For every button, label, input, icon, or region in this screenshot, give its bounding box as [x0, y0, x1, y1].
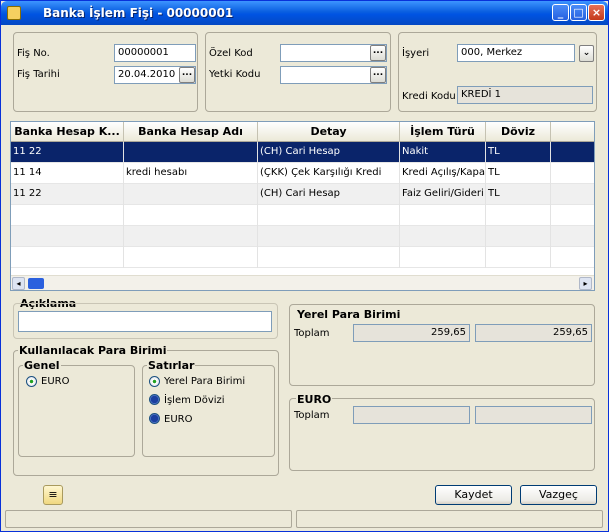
- minimize-button[interactable]: _: [552, 4, 569, 21]
- table-row[interactable]: 11 22 (CH) Cari Hesap Faiz Geliri/Gideri…: [11, 184, 594, 205]
- yerel-toplam-1: 259,65: [353, 324, 470, 342]
- satirlar-yerel-radio[interactable]: [149, 376, 160, 387]
- scroll-thumb[interactable]: [28, 278, 44, 289]
- horizontal-scrollbar[interactable]: ◂ ▸: [11, 275, 594, 290]
- fis-tarihi-label: Fiş Tarihi: [17, 69, 60, 80]
- window: Banka İşlem Fişi - 00000001 _ □ × Fiş No…: [0, 0, 609, 532]
- date-picker-ellipsis-icon[interactable]: ...: [179, 67, 195, 83]
- kredi-kodu-field: KREDİ 1: [457, 86, 593, 104]
- fis-no-label: Fiş No.: [17, 48, 50, 59]
- table-row[interactable]: 11 22 (CH) Cari Hesap Nakit TL: [11, 142, 594, 163]
- notes-icon[interactable]: ≡: [43, 485, 63, 505]
- scroll-left-icon[interactable]: ◂: [12, 277, 25, 290]
- close-button[interactable]: ×: [588, 4, 605, 21]
- cell-kod: 11 22: [11, 184, 124, 205]
- cell-ad: [124, 184, 258, 205]
- cell-detay: (CH) Cari Hesap: [258, 142, 400, 163]
- col-b[interactable]: B: [551, 122, 594, 142]
- status-panel-right: [296, 510, 603, 528]
- cell-tur: Faiz Geliri/Gideri: [400, 184, 486, 205]
- cell-detay: (CH) Cari Hesap: [258, 184, 400, 205]
- cell-tur: Nakit: [400, 142, 486, 163]
- satirlar-euro-label: EURO: [164, 414, 193, 425]
- scroll-right-icon[interactable]: ▸: [579, 277, 592, 290]
- isyeri-panel: İşyeri 000, Merkez ⌄ Kredi Kodu KREDİ 1: [398, 32, 597, 112]
- col-banka-hesap-kodu[interactable]: Banka Hesap K...: [11, 122, 124, 142]
- cell-ad: [124, 142, 258, 163]
- vazgec-button[interactable]: Vazgeç: [520, 485, 597, 505]
- cell-ad: kredi hesabı: [124, 163, 258, 184]
- transactions-grid[interactable]: Banka Hesap K... Banka Hesap Adı Detay İ…: [10, 121, 595, 291]
- satirlar-yerel-label: Yerel Para Birimi: [164, 376, 246, 387]
- cell-doviz: TL: [486, 142, 551, 163]
- status-bar: [5, 510, 604, 528]
- cell-detay: (ÇKK) Çek Karşılığı Kredi: [258, 163, 400, 184]
- satirlar-title: Satırlar: [147, 359, 196, 372]
- cell-kod: 11 14: [11, 163, 124, 184]
- empty-row[interactable]: [11, 205, 594, 226]
- col-detay[interactable]: Detay: [258, 122, 400, 142]
- ozel-kod-ellipsis-icon[interactable]: ...: [370, 45, 386, 61]
- empty-row[interactable]: [11, 247, 594, 268]
- cell-tur: Kredi Açılış/Kapar: [400, 163, 486, 184]
- table-row[interactable]: 11 14 kredi hesabı (ÇKK) Çek Karşılığı K…: [11, 163, 594, 184]
- maximize-button[interactable]: □: [570, 4, 587, 21]
- chevron-down-icon[interactable]: ⌄: [579, 45, 594, 62]
- yetki-kodu-ellipsis-icon[interactable]: ...: [370, 67, 386, 83]
- yerel-toplam-label: Toplam: [294, 328, 330, 339]
- cell-doviz: TL: [486, 184, 551, 205]
- yerel-title: Yerel Para Birimi: [296, 308, 402, 321]
- euro-toplam-2: [475, 406, 592, 424]
- empty-row[interactable]: [11, 226, 594, 247]
- grid-header: Banka Hesap K... Banka Hesap Adı Detay İ…: [11, 122, 594, 142]
- col-doviz[interactable]: Döviz: [486, 122, 551, 142]
- ozel-kod-label: Özel Kod: [209, 48, 253, 59]
- genel-euro-label: EURO: [41, 376, 70, 387]
- euro-toplam-1: [353, 406, 470, 424]
- cell-kod: 11 22: [11, 142, 124, 163]
- kaydet-button[interactable]: Kaydet: [435, 485, 512, 505]
- yerel-toplam-2: 259,65: [475, 324, 592, 342]
- cell-doviz: TL: [486, 163, 551, 184]
- satirlar-islem-radio[interactable]: [149, 394, 160, 405]
- satirlar-euro-radio[interactable]: [149, 413, 160, 424]
- euro-title: EURO: [296, 393, 333, 406]
- fis-no-field[interactable]: 00000001: [114, 44, 196, 62]
- satirlar-islem-label: İşlem Dövizi: [164, 395, 225, 406]
- app-icon: [7, 6, 21, 20]
- genel-euro-radio[interactable]: [26, 376, 37, 387]
- aciklama-field[interactable]: [18, 311, 272, 332]
- isyeri-label: İşyeri: [402, 48, 430, 59]
- col-banka-hesap-adi[interactable]: Banka Hesap Adı: [124, 122, 258, 142]
- kredi-kodu-label: Kredi Kodu: [402, 91, 456, 102]
- status-panel-left: [5, 510, 292, 528]
- title-bar[interactable]: Banka İşlem Fişi - 00000001 _ □ ×: [1, 1, 608, 25]
- isyeri-select[interactable]: 000, Merkez: [457, 44, 575, 62]
- window-title: Banka İşlem Fişi - 00000001: [43, 6, 234, 20]
- fis-panel: Fiş No. 00000001 Fiş Tarihi 20.04.2010 .…: [13, 32, 198, 112]
- genel-title: Genel: [23, 359, 61, 372]
- kod-panel: Özel Kod ... Yetki Kodu ...: [205, 32, 391, 112]
- euro-toplam-label: Toplam: [294, 410, 330, 421]
- yetki-kodu-label: Yetki Kodu: [209, 69, 261, 80]
- para-birimi-title: Kullanılacak Para Birimi: [18, 344, 168, 357]
- col-islem-turu[interactable]: İşlem Türü: [400, 122, 486, 142]
